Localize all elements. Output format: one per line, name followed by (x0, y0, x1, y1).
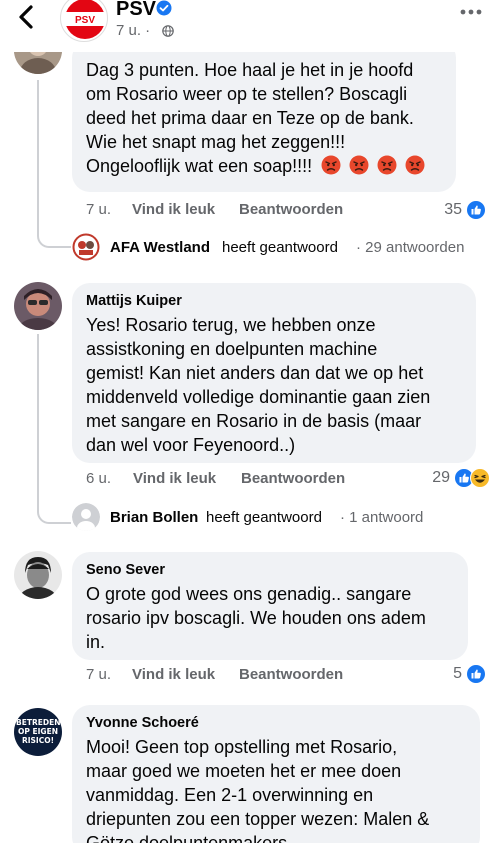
comment-text: O grote god wees ons genadig.. sangare r… (86, 584, 426, 652)
reply-count[interactable]: · 29 antwoorden (356, 239, 464, 256)
svg-text:PSV: PSV (75, 15, 95, 26)
angry-emoji-icon (377, 155, 397, 175)
reaction-count: 35 (444, 201, 462, 218)
reply-button[interactable]: Beantwoorden (239, 666, 343, 683)
angry-emoji-icon (349, 155, 369, 175)
like-icon (466, 664, 486, 684)
reply-summary[interactable]: Brian Bollen heeft geantwoord · 1 antwoo… (72, 503, 492, 533)
reply-author[interactable]: AFA Westland (110, 239, 210, 256)
comment-author[interactable]: Mattijs Kuiper (86, 293, 182, 309)
like-button[interactable]: Vind ik leuk (133, 470, 216, 487)
comment-text: Mooi! Geen top opstelling met Rosario, m… (86, 737, 430, 843)
avatar[interactable]: BETREDEN OP EIGEN RISICO! (14, 708, 62, 756)
reply-summary[interactable]: AFA Westland heeft geantwoord · 29 antwo… (72, 233, 492, 263)
reaction-count: 5 (453, 665, 462, 682)
reaction-summary[interactable]: 35 (400, 200, 488, 222)
globe-icon (162, 25, 174, 37)
comment-bubble[interactable]: Seno Sever O grote god wees ons genadig.… (72, 552, 468, 660)
comment-author[interactable]: Yvonne Schoeré (86, 715, 199, 731)
comment-time[interactable]: 7 u. (86, 666, 111, 683)
reply-action: heeft geantwoord (222, 239, 338, 256)
chevron-left-icon[interactable] (14, 4, 40, 30)
reply-avatar (72, 233, 100, 261)
angry-emoji-icon (321, 155, 341, 175)
avatar[interactable] (14, 551, 62, 599)
comment-author[interactable]: Seno Sever (86, 562, 165, 578)
post-header: PSV PSV 7 u. · (0, 0, 500, 52)
page-name[interactable]: PSV (116, 0, 156, 21)
comment-time[interactable]: 6 u. (86, 470, 111, 487)
reaction-count: 29 (432, 469, 450, 486)
like-icon (466, 200, 486, 220)
thread-line (37, 334, 71, 524)
thread-line (37, 80, 71, 248)
comment-text: Dag 3 punten. Hoe haal je het in je hoof… (86, 58, 425, 178)
reaction-summary[interactable]: 5 (400, 664, 488, 686)
psv-logo[interactable]: PSV (60, 0, 108, 42)
reply-count[interactable]: · 1 antwoord (340, 509, 423, 526)
comment-time[interactable]: 7 u. (86, 201, 111, 218)
comment-bubble[interactable]: Dag 3 punten. Hoe haal je het in je hoof… (72, 40, 456, 192)
post-time[interactable]: 7 u. · (116, 22, 150, 39)
reply-button[interactable]: Beantwoorden (239, 201, 343, 218)
like-button[interactable]: Vind ik leuk (132, 666, 215, 683)
more-dots-icon[interactable] (460, 8, 482, 16)
verified-badge-icon (156, 0, 172, 16)
haha-icon (470, 468, 490, 488)
comment-bubble[interactable]: Mattijs Kuiper Yes! Rosario terug, we he… (72, 283, 476, 463)
avatar[interactable] (14, 282, 62, 330)
reply-author[interactable]: Brian Bollen (110, 509, 198, 526)
comment-text: Yes! Rosario terug, we hebben onze assis… (86, 315, 431, 455)
reply-avatar (72, 503, 100, 531)
reply-button[interactable]: Beantwoorden (241, 470, 345, 487)
reply-action: heeft geantwoord (206, 509, 322, 526)
comment-bubble[interactable]: Yvonne Schoeré Mooi! Geen top opstelling… (72, 705, 480, 843)
like-button[interactable]: Vind ik leuk (132, 201, 215, 218)
avatar-text: BETREDEN OP EIGEN RISICO! (16, 718, 61, 745)
reaction-summary[interactable]: 29 (400, 468, 492, 490)
angry-emoji-icon (405, 155, 425, 175)
